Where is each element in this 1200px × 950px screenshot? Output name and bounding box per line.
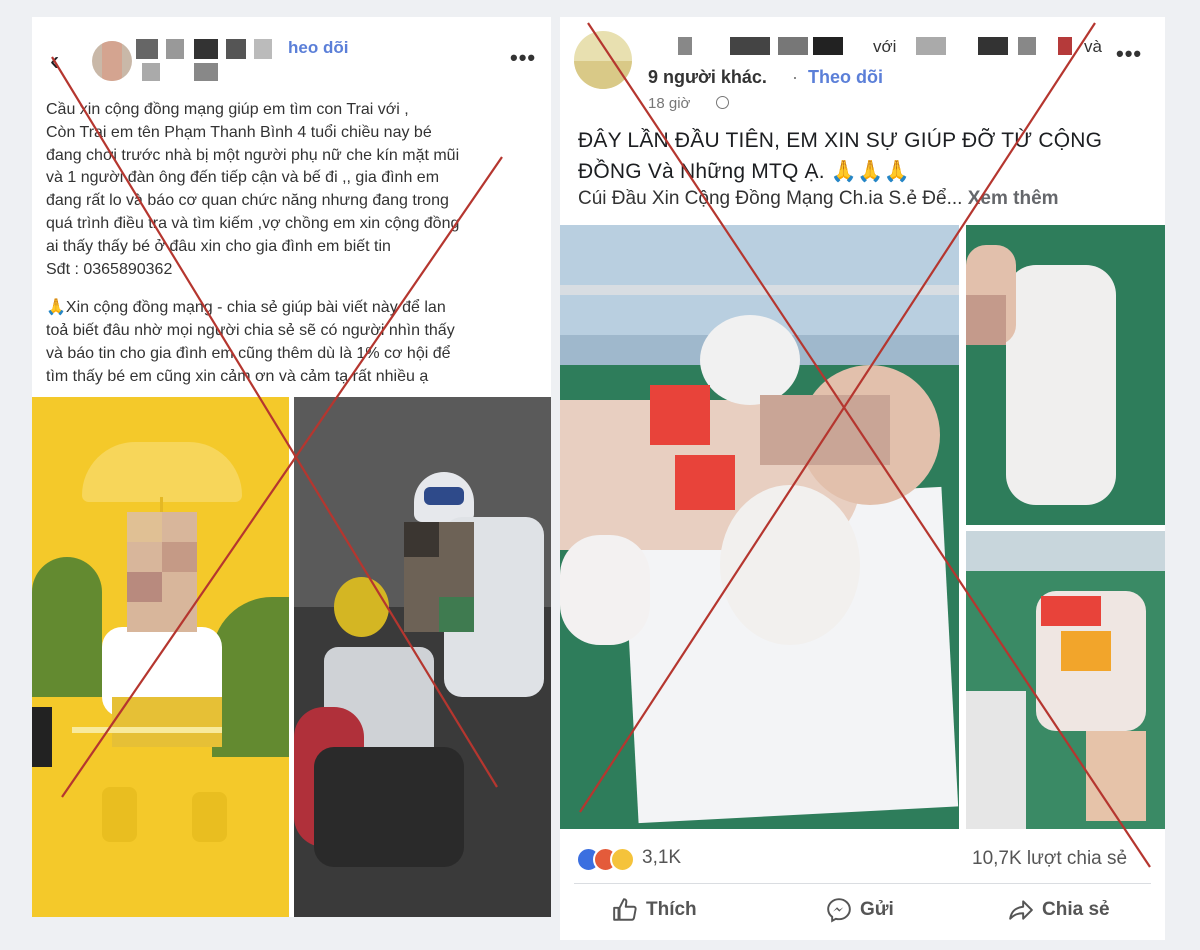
like-label: Thích: [646, 899, 697, 920]
divider: [574, 883, 1151, 884]
reaction-count: 3,1K: [642, 847, 682, 868]
thumbs-up-icon: [613, 898, 637, 921]
right-post-card: với và ••• 9 người khác. · Theo dõi 18 g…: [560, 17, 1165, 940]
reactions-summary[interactable]: 3,1K: [576, 847, 736, 873]
cross-mark-overlay: [51, 56, 503, 798]
share-count[interactable]: 10,7K lượt chia sẻ: [972, 848, 1127, 870]
sad-reaction-icon: [610, 847, 635, 872]
share-arrow-icon: [1009, 900, 1033, 920]
cross-mark-overlay: [579, 22, 1151, 868]
left-post-card: ‹ heo dõi ••• Cầu xin cộng đồng mạng giú…: [32, 17, 551, 917]
share-label: Chia sẻ: [1042, 899, 1110, 920]
share-button[interactable]: Chia sẻ: [1008, 897, 1110, 923]
send-button[interactable]: Gửi: [826, 897, 894, 923]
messenger-icon: [827, 898, 851, 923]
like-button[interactable]: Thích: [612, 897, 697, 923]
send-label: Gửi: [860, 899, 894, 920]
